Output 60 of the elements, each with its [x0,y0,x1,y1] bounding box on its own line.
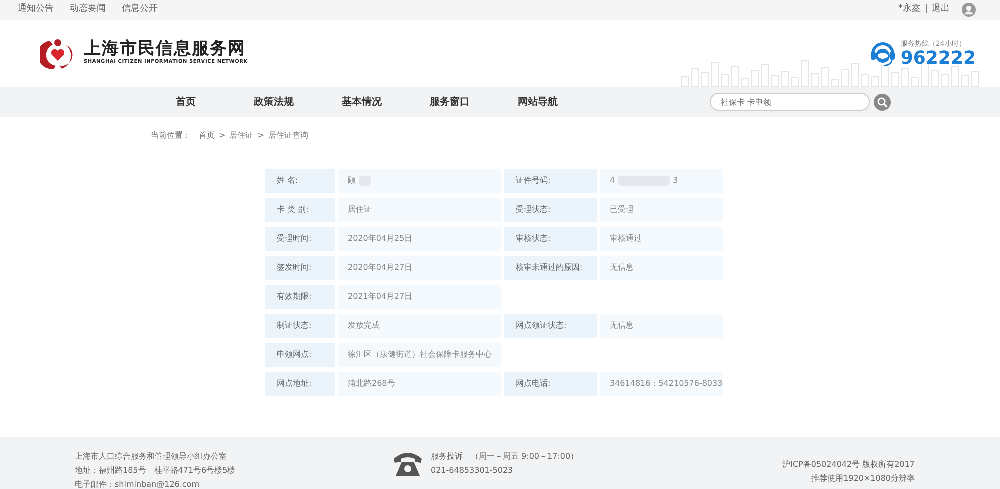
breadcrumb-link[interactable]: 居住证查询 [268,130,308,142]
value-text: 浦北路268号 [348,379,396,388]
value-text: 34614816；54210576-8033 [610,379,723,388]
logout-link[interactable]: 退出 [932,3,950,17]
avatar-icon[interactable] [962,3,976,17]
value-text: 审核通过 [610,234,642,243]
field-label: 有效期限: [265,285,335,309]
top-link[interactable]: 信息公开 [122,3,158,17]
field-label: 核审未通过的原因: [504,256,597,280]
value-text: 3 [673,176,678,185]
field-label: 姓 名: [265,169,335,193]
breadcrumb-separator: > [219,130,226,142]
footer-text: 服务投诉 （周一－周五 9:00－17:00） [431,451,579,463]
nav-link[interactable]: 政策法规 [230,94,318,110]
breadcrumb-link[interactable]: 首页 [199,130,215,142]
footer-text: 021-64853301-5023 [431,465,514,477]
field-label: 签发时间: [265,256,335,280]
footer-text: 电子邮件：shiminban@126.com [75,479,200,489]
value-text: 2021年04月27日 [348,292,413,301]
telephone-icon [393,451,423,477]
hotline-number: 962222 [900,50,976,68]
value-text: 2020年04月25日 [348,234,413,243]
nav-link[interactable]: 首页 [142,94,230,110]
value-text: 顾 [348,176,356,185]
headset-icon [868,40,897,68]
field-label: 卡 类 别: [265,198,335,222]
value-text: 已受理 [610,205,634,214]
search-field[interactable]: 社保卡 卡申领 [710,93,870,111]
breadcrumb-separator: > [258,130,264,142]
top-link[interactable]: 动态要闻 [70,3,106,17]
value-text: 4 [610,176,616,185]
field-label: 网点领证状态: [504,314,597,338]
field-label: 审核状态: [504,227,597,251]
footer-text: 地址：福州路185号 桂平路471号6号楼5楼 [75,465,237,477]
breadcrumb-link[interactable]: 居住证 [230,130,254,142]
user-name: *永鑫 [898,3,921,16]
field-label: 制证状态: [265,314,335,338]
value-text: 无信息 [610,263,634,272]
breadcrumb-label: 当前位置： [151,130,191,142]
footer-text: 沪ICP备05024042号 版权所有2017 [782,459,915,471]
value-text: 无信息 [610,321,634,330]
value-text: 徐汇区（康健街道）社会保障卡服务中心 [348,350,492,359]
field-label: 受理状态: [504,198,597,222]
field-label: 网点电话: [504,372,597,396]
field-label: 申领网点: [265,343,335,367]
search-icon[interactable] [874,94,891,110]
nav-link[interactable]: 基本情况 [318,94,406,110]
nav-link[interactable]: 网站导航 [494,94,582,110]
value-text: 居住证 [348,205,372,214]
field-label: 受理时间: [265,227,335,251]
nav-link[interactable]: 服务窗口 [406,94,494,110]
separator: | [924,3,928,16]
top-link[interactable]: 通知公告 [18,3,54,17]
field-label: 网点地址: [265,372,335,396]
field-label: 证件号码: [504,169,597,193]
site-title: 上海市民信息服务网 [84,40,246,60]
footer-text: 上海市人口综合服务和管理领导小组办公室 [75,451,228,463]
footer-text: 推荐使用1920×1080分辨率 [810,473,915,485]
value-text: 发放完成 [348,321,380,330]
value-text: 2020年04月27日 [348,263,413,272]
